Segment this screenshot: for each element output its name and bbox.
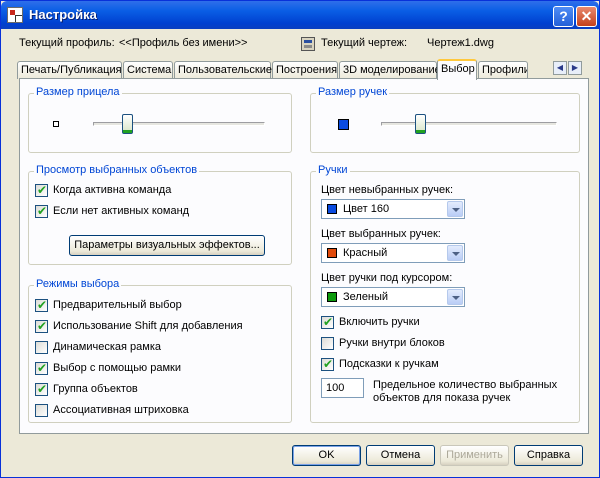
drawing-file-icon [301,37,315,51]
visual-effects-settings-button[interactable]: Параметры визуальных эффектов... [69,235,265,256]
checkbox-box[interactable] [35,319,48,333]
current-profile-label: Текущий профиль: [19,37,115,49]
unselected-grip-color-select[interactable]: Цвет 160 [321,199,465,219]
grips-title: Ручки [316,164,350,176]
autocad-app-icon [7,7,23,23]
checkbox-box[interactable] [35,204,48,218]
tab-system[interactable]: Система [123,61,173,79]
combo-value: Зеленый [343,291,389,303]
checkbox-label: Ручки внутри блоков [339,337,445,349]
combo-value: Цвет 160 [343,203,390,215]
checkbox-label: Когда активна команда [53,184,172,196]
grip-size-title: Размер ручек [316,86,390,98]
apply-button[interactable]: Применить [440,445,509,466]
checkbox-box[interactable] [35,382,48,396]
pickbox-size-title: Размер прицела [34,86,122,98]
grip-size-group: Размер ручек [310,86,580,153]
selection-preview-group: Просмотр выбранных объектов Когда активн… [28,164,292,265]
checkbox-box[interactable] [35,361,48,375]
selected-grip-color-select[interactable]: Красный [321,243,465,263]
pickbox-size-group: Размер прицела [28,86,292,153]
color-swatch [327,248,337,258]
cancel-button[interactable]: Отмена [366,445,435,466]
profile-info-bar: Текущий профиль: <<Профиль без имени>> Т… [1,37,599,53]
chevron-down-icon[interactable] [447,245,463,261]
chevron-down-icon[interactable] [447,289,463,305]
grip-object-limit-input[interactable]: 100 [321,378,364,398]
tab-scroll-left-icon[interactable]: ◀ [553,61,567,75]
hover-grip-color-label: Цвет ручки под курсором: [321,272,453,284]
unselected-grip-color-label: Цвет невыбранных ручек: [321,184,454,196]
checkbox-box[interactable] [35,404,48,417]
tab-profiles[interactable]: Профили [478,61,528,79]
checkbox-label: Если нет активных команд [53,205,190,217]
checkbox-label: Группа объектов [53,383,138,395]
title-bar[interactable]: Настройка ? ✕ [1,1,599,29]
checkbox-box[interactable] [35,341,48,354]
color-swatch [327,292,337,302]
tab-plot-publish[interactable]: Печать/Публикация [17,61,122,79]
combo-value: Красный [343,247,388,259]
checkbox-label: Использование Shift для добавления [53,320,243,332]
checkbox-label: Предварительный выбор [53,299,182,311]
grip-size-slider[interactable] [381,122,557,126]
current-drawing-value: Чертеж1.dwg [427,37,494,49]
options-dialog: Настройка ? ✕ Текущий профиль: <<Профиль… [0,0,600,478]
checkbox-box[interactable] [35,298,48,312]
grips-group: Ручки Цвет невыбранных ручек: Цвет 160 Ц… [310,164,580,423]
checkbox-label: Динамическая рамка [53,341,161,353]
selection-modes-group: Режимы выбора Предварительный выбор Испо… [28,278,292,423]
selection-preview-title: Просмотр выбранных объектов [34,164,200,176]
grip-object-limit-label: Предельное количество выбранных [373,379,558,391]
window-title: Настройка [29,7,97,22]
checkbox-label: Выбор с помощью рамки [53,362,181,374]
checkbox-box[interactable] [35,183,48,197]
checkbox-box[interactable] [321,357,334,371]
grip-size-preview [338,119,349,130]
checkbox-label: Включить ручки [339,316,420,328]
current-drawing-label: Текущий чертеж: [321,37,408,49]
help-title-button[interactable]: ? [553,6,574,27]
selection-tab-panel: Размер прицела Размер ручек Просмотр выб… [19,78,589,434]
close-button[interactable]: ✕ [576,6,597,27]
grip-object-limit-label-line2: объектов для показа ручек [373,392,511,404]
ok-button[interactable]: OK [292,445,361,466]
checkbox-label: Ассоциативная штриховка [53,404,189,416]
hover-grip-color-select[interactable]: Зеленый [321,287,465,307]
checkbox-label: Подсказки к ручкам [339,358,439,370]
tab-drafting[interactable]: Построения [272,61,338,79]
tab-strip: Печать/Публикация Система Пользовательск… [17,59,587,80]
tab-user-preferences[interactable]: Пользовательские [174,61,272,79]
selected-grip-color-label: Цвет выбранных ручек: [321,228,441,240]
checkbox-box[interactable] [321,337,334,350]
pickbox-size-slider-thumb[interactable] [122,114,134,134]
current-profile-value: <<Профиль без имени>> [119,37,248,49]
help-button[interactable]: Справка [514,445,583,466]
tab-scroll-right-icon[interactable]: ▶ [568,61,582,75]
pickbox-size-slider[interactable] [93,122,265,126]
grip-size-slider-thumb[interactable] [414,114,426,134]
tab-selection[interactable]: Выбор [437,59,477,80]
tab-3d-modeling[interactable]: 3D моделирование [339,61,441,79]
chevron-down-icon[interactable] [447,201,463,217]
color-swatch [327,204,337,214]
checkbox-box[interactable] [321,315,334,329]
pickbox-preview [53,121,59,127]
selection-modes-title: Режимы выбора [34,278,122,290]
